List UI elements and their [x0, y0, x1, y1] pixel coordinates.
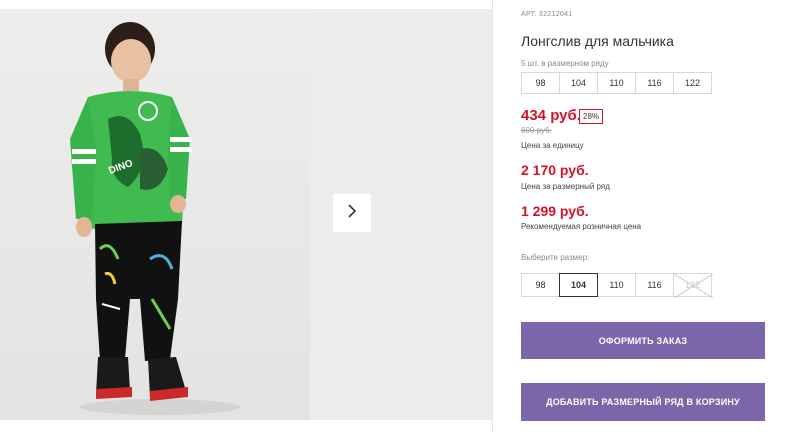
- unit-price-caption: Цена за единицу: [521, 141, 584, 150]
- order-button[interactable]: ОФОРМИТЬ ЗАКАЗ: [521, 322, 765, 359]
- pack-size: 98: [521, 72, 560, 94]
- choose-size-label: Выберите размер:: [521, 253, 590, 262]
- product-title: Лонгслив для мальчика: [521, 33, 674, 49]
- size-option-98[interactable]: 98: [521, 273, 560, 297]
- pack-sizes-row: 98 104 110 116 122: [521, 72, 712, 94]
- pack-price: 2 170 руб.: [521, 162, 589, 178]
- pack-price-caption: Цена за размерный ряд: [521, 182, 610, 191]
- size-selector: 98 104 110 116 122: [521, 273, 713, 298]
- add-pack-to-cart-button[interactable]: ДОБАВИТЬ РАЗМЕРНЫЙ РЯД В КОРЗИНУ: [521, 383, 765, 421]
- article-value: 32212041: [538, 11, 573, 18]
- column-divider: [492, 0, 493, 432]
- pack-size: 116: [635, 72, 674, 94]
- retail-price: 1 299 руб.: [521, 203, 589, 219]
- unit-price: 434 руб.: [521, 107, 581, 124]
- pack-size: 122: [673, 72, 712, 94]
- size-option-104-selected[interactable]: 104: [559, 273, 598, 297]
- crossed-out-icon: [674, 274, 713, 298]
- retail-price-caption: Рекомендуемая розничная цена: [521, 222, 642, 231]
- size-option-122-unavailable: 122: [673, 273, 713, 298]
- product-gallery: DINO: [0, 9, 492, 420]
- article-label: АРТ.: [521, 11, 537, 18]
- size-option-116[interactable]: 116: [635, 273, 674, 297]
- size-option-110[interactable]: 110: [597, 273, 636, 297]
- pack-caption: 5 шт. в размерном ряду: [521, 59, 609, 68]
- pack-size: 110: [597, 72, 636, 94]
- boy-model-image: DINO: [70, 22, 240, 415]
- pack-size: 104: [559, 72, 598, 94]
- discount-badge: 28%: [579, 109, 604, 124]
- gallery-next-button[interactable]: [333, 194, 371, 232]
- product-photo[interactable]: DINO: [0, 9, 310, 420]
- old-price: 600 руб.: [521, 126, 552, 135]
- chevron-right-icon: [346, 203, 358, 223]
- article-number: АРТ. 32212041: [521, 11, 572, 18]
